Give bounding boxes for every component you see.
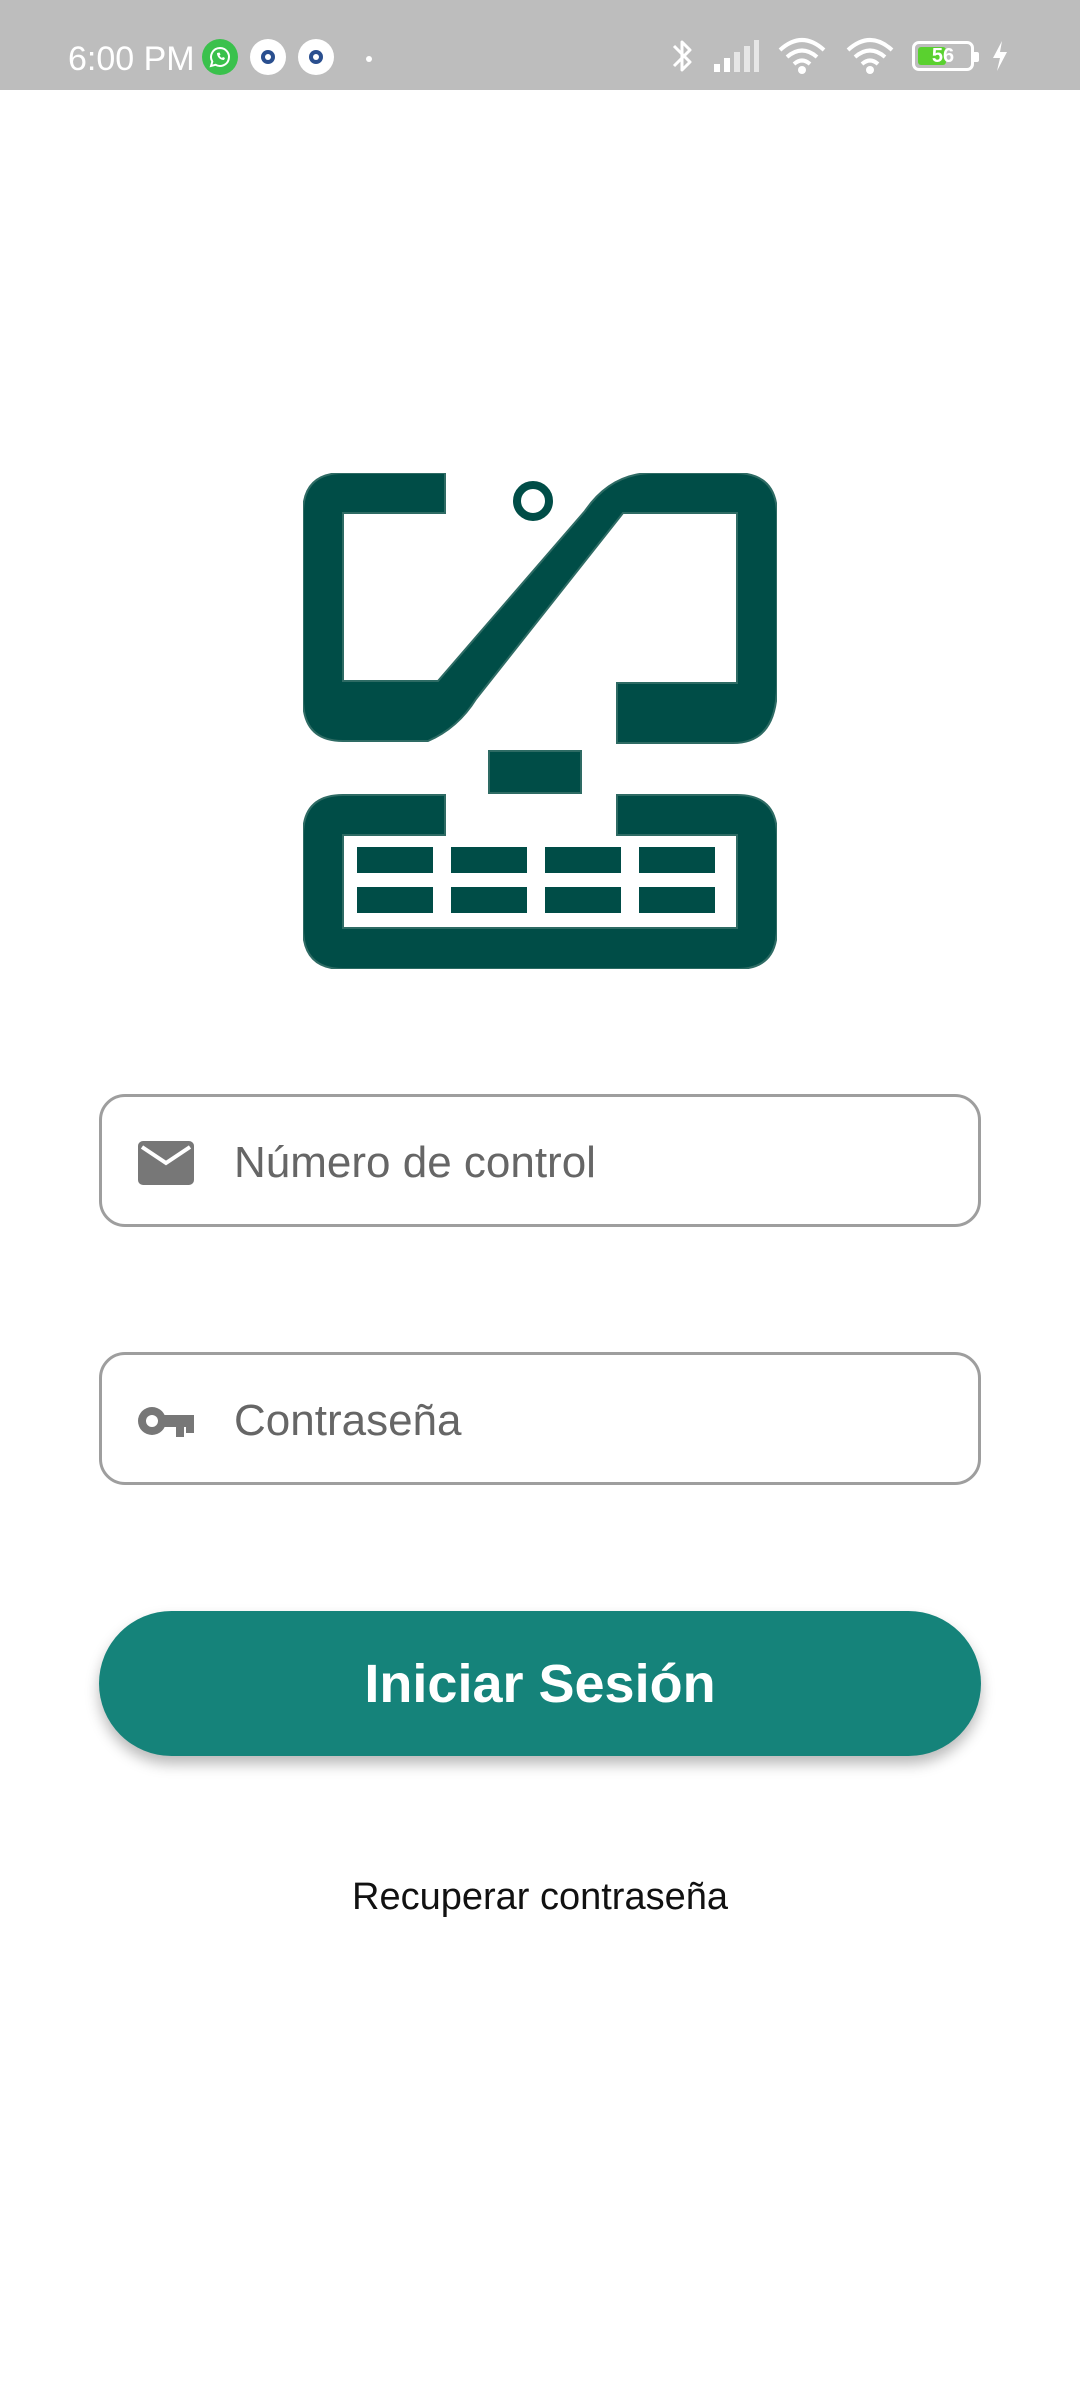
bluetooth-icon — [672, 40, 692, 72]
signal-icon — [714, 40, 759, 72]
wifi-icon — [846, 38, 894, 74]
password-input[interactable] — [232, 1375, 956, 1467]
whatsapp-icon — [202, 39, 238, 75]
email-icon — [138, 1141, 194, 1185]
app-logo — [303, 473, 777, 969]
dot-icon — [366, 56, 372, 62]
status-time: 6:00 PM — [68, 40, 195, 78]
password-field[interactable] — [99, 1352, 981, 1485]
app-icon — [298, 39, 334, 75]
wifi-icon — [778, 38, 826, 74]
recover-password-link[interactable]: Recuperar contraseña — [0, 1876, 1080, 1919]
notification-icons — [202, 39, 334, 77]
control-number-field[interactable] — [99, 1094, 981, 1227]
status-bar: 6:00 PM 56 — [0, 0, 1080, 90]
key-icon — [138, 1407, 194, 1437]
login-button[interactable]: Iniciar Sesión — [99, 1611, 981, 1756]
charging-icon — [993, 41, 1007, 71]
system-icons: 56 — [668, 36, 1010, 76]
battery-percent: 56 — [931, 44, 955, 67]
app-icon — [250, 39, 286, 75]
battery-tip — [974, 52, 979, 62]
battery-icon: 56 — [912, 41, 979, 71]
control-number-input[interactable] — [232, 1117, 956, 1209]
